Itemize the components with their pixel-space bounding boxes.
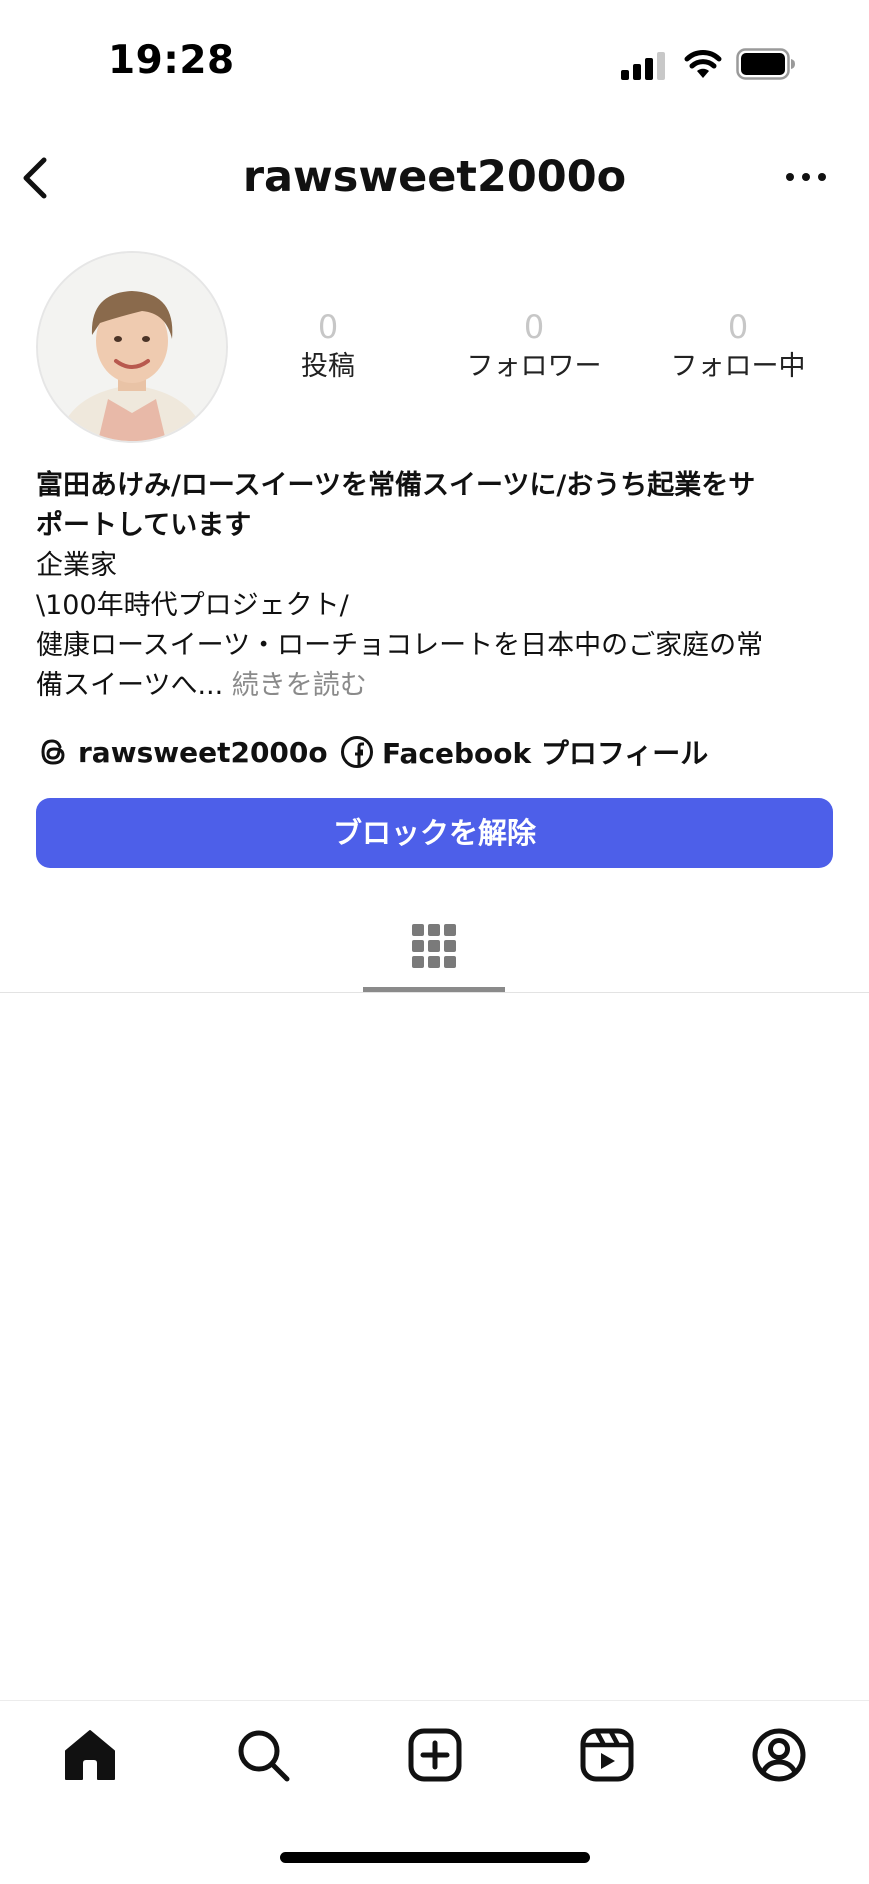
cellular-signal-icon: [621, 52, 665, 80]
stat-followers-label: フォロワー: [466, 351, 602, 382]
unblock-button[interactable]: ブロックを解除: [36, 798, 833, 868]
bio-line-1: 企業家: [36, 550, 117, 581]
threads-link-label: rawsweet2000o: [78, 735, 328, 769]
bio-line-2: \100年時代プロジェクト/: [36, 590, 349, 621]
read-more-link[interactable]: 続きを読む: [223, 670, 367, 701]
more-options-icon[interactable]: [784, 165, 828, 189]
stat-posts[interactable]: 0 投稿: [228, 307, 428, 387]
tab-divider: [0, 992, 869, 993]
profile-username: rawsweet2000o: [242, 152, 627, 202]
bottom-nav-divider: [0, 1700, 869, 1701]
profile-avatar[interactable]: [36, 251, 228, 443]
threads-icon: [41, 739, 65, 765]
wifi-icon: [684, 50, 722, 78]
stat-followers[interactable]: 0 フォロワー: [434, 307, 634, 387]
status-time: 19:28: [108, 38, 235, 83]
bio-display-name: 富田あけみ/ロースイーツを常備スイーツに/おうち起業をサ ポートしています: [36, 466, 836, 546]
stat-posts-label: 投稿: [301, 351, 355, 382]
home-icon[interactable]: [62, 1727, 118, 1783]
search-icon[interactable]: [235, 1727, 291, 1783]
bio-name-line-1: 富田あけみ/ロースイーツを常備スイーツに/おうち起業をサ: [36, 470, 756, 501]
facebook-icon: [341, 736, 373, 768]
battery-icon: [736, 48, 795, 80]
stat-following-label: フォロー中: [670, 351, 806, 382]
home-indicator: [280, 1852, 590, 1863]
bio-line-4: 備スイーツへ... 続きを読む: [36, 666, 836, 706]
bio-name-line-2: ポートしています: [36, 510, 252, 541]
stat-followers-value: 0: [523, 308, 545, 346]
bio-line-4-text: 備スイーツへ...: [36, 670, 224, 701]
bio-line-3: 健康ロースイーツ・ローチョコレートを日本中のご家庭の常: [36, 630, 764, 661]
avatar-photo: [38, 253, 226, 441]
profile-icon[interactable]: [751, 1727, 807, 1783]
stat-posts-value: 0: [317, 308, 339, 346]
threads-link[interactable]: rawsweet2000o: [36, 730, 328, 774]
stat-following-value: 0: [727, 308, 749, 346]
grid-icon[interactable]: [410, 922, 458, 970]
facebook-link-label: Facebook プロフィール: [382, 737, 709, 770]
reels-icon[interactable]: [579, 1727, 635, 1783]
stat-following[interactable]: 0 フォロー中: [638, 307, 838, 387]
create-plus-icon[interactable]: [407, 1727, 463, 1783]
facebook-link[interactable]: Facebook プロフィール: [340, 730, 708, 774]
